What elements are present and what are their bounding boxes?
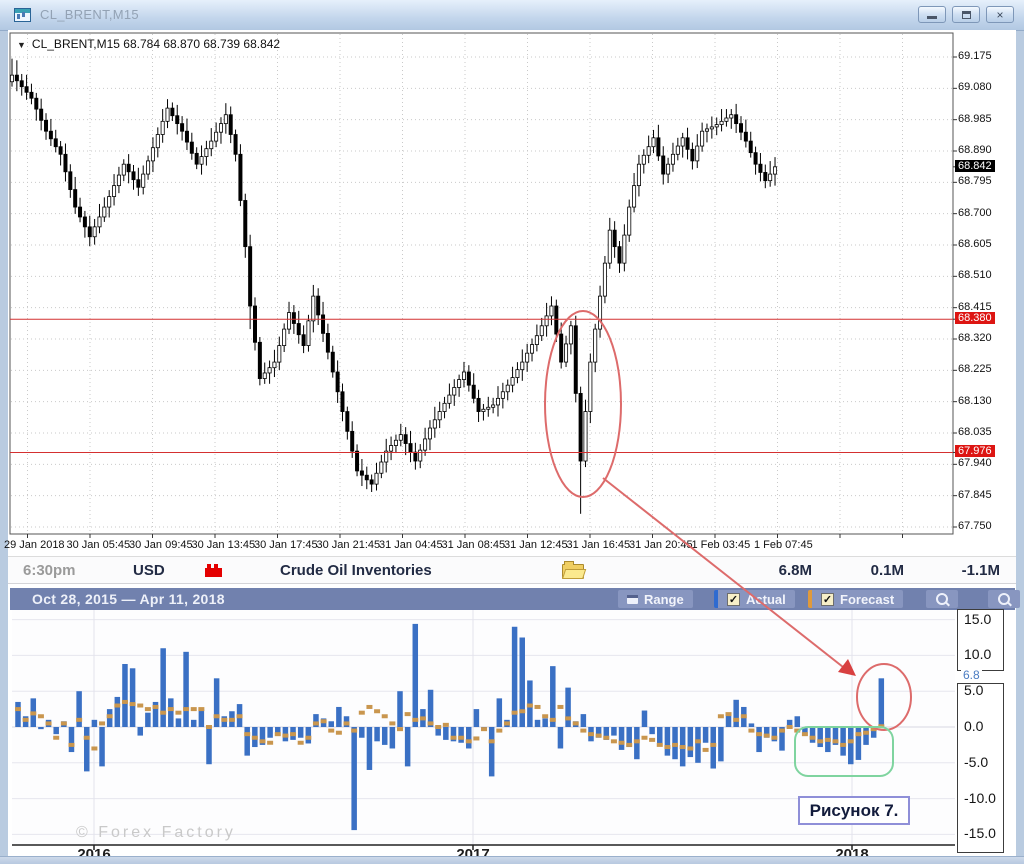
- price-tick-label: 67.845: [958, 489, 992, 501]
- time-tick-label: 31 Jan 20:45: [629, 539, 693, 551]
- price-tick-label: 68.130: [958, 395, 992, 407]
- zoom-in-button[interactable]: [926, 590, 958, 608]
- zoom-out-button[interactable]: [988, 590, 1020, 608]
- price-tick-label: 68.225: [958, 363, 992, 375]
- event-title: Crude Oil Inventories: [280, 562, 432, 579]
- level-price-tag: 67.976: [955, 445, 995, 457]
- price-tick-label: 68.795: [958, 175, 992, 187]
- price-tick-label: 67.940: [958, 457, 992, 469]
- high-impact-icon: [205, 568, 222, 577]
- price-tick-label: 68.890: [958, 144, 992, 156]
- window-title: CL_BRENT,M15: [40, 7, 139, 22]
- price-tick-label: 68.035: [958, 426, 992, 438]
- event-forecast: 0.1M: [850, 562, 904, 579]
- chart-legend: ▼ CL_BRENT,M15 68.784 68.870 68.739 68.84…: [17, 37, 280, 51]
- hover-value-label: 6.8: [961, 668, 982, 682]
- window-bottom-edge: [0, 856, 1024, 864]
- bar-axis-label: 5.0: [964, 682, 983, 698]
- actual-label: Actual: [746, 592, 786, 607]
- bar-axis-label: 15.0: [964, 611, 991, 627]
- actual-toggle[interactable]: ✓ Actual: [714, 590, 795, 608]
- time-tick-label: 30 Jan 21:45: [317, 539, 381, 551]
- event-currency: USD: [133, 562, 165, 579]
- time-tick-label: 30 Jan 05:45: [67, 539, 131, 551]
- time-tick-label: 31 Jan 16:45: [567, 539, 631, 551]
- figure-caption: Рисунок 7.: [810, 801, 899, 821]
- calendar-event-row[interactable]: 6:30pm USD Crude Oil Inventories 6.8M 0.…: [8, 556, 1016, 584]
- bar-axis-label: -5.0: [964, 754, 988, 770]
- time-axis: 29 Jan 201830 Jan 05:4530 Jan 09:4530 Ja…: [0, 539, 1024, 553]
- range-label: Range: [644, 592, 684, 607]
- time-tick-label: 31 Jan 08:45: [442, 539, 506, 551]
- magnifier-icon: [936, 593, 948, 605]
- checkbox-checked-icon[interactable]: ✓: [821, 593, 834, 606]
- magnifier-icon: [998, 593, 1010, 605]
- forecast-toggle[interactable]: ✓ Forecast: [808, 590, 903, 608]
- checkbox-checked-icon[interactable]: ✓: [727, 593, 740, 606]
- minimize-icon: [927, 16, 937, 19]
- chevron-down-icon: ▼: [17, 40, 26, 50]
- bar-axis-label: -15.0: [964, 825, 996, 841]
- current-price-tag: 68.842: [955, 160, 995, 172]
- time-tick-label: 1 Feb 07:45: [754, 539, 813, 551]
- event-actual: 6.8M: [760, 562, 812, 579]
- bar-axis-label: -10.0: [964, 790, 996, 806]
- time-tick-label: 29 Jan 2018: [4, 539, 65, 551]
- window-titlebar: CL_BRENT,M15 ×: [0, 0, 1024, 31]
- calendar-icon: [627, 595, 638, 604]
- restore-button[interactable]: [952, 6, 980, 23]
- time-tick-label: 30 Jan 09:45: [129, 539, 193, 551]
- price-tick-label: 68.700: [958, 207, 992, 219]
- close-icon: ×: [996, 9, 1003, 21]
- price-tick-label: 68.510: [958, 269, 992, 281]
- price-tick-label: 68.985: [958, 113, 992, 125]
- event-previous: -1.1M: [938, 562, 1000, 579]
- ohlc-readout: CL_BRENT,M15 68.784 68.870 68.739 68.842: [32, 37, 280, 51]
- figure-caption-box: Рисунок 7.: [798, 796, 910, 825]
- forecast-label: Forecast: [840, 592, 894, 607]
- time-tick-label: 31 Jan 04:45: [379, 539, 443, 551]
- price-tick-label: 67.750: [958, 520, 992, 532]
- price-tick-label: 68.320: [958, 332, 992, 344]
- date-range: Oct 28, 2015 — Apr 11, 2018: [32, 591, 225, 607]
- time-tick-label: 31 Jan 12:45: [504, 539, 568, 551]
- window-content: [8, 30, 1016, 856]
- price-tick-label: 68.605: [958, 238, 992, 250]
- event-time: 6:30pm: [23, 562, 76, 579]
- price-tick-label: 69.080: [958, 81, 992, 93]
- time-tick-label: 1 Feb 03:45: [692, 539, 751, 551]
- bar-axis-label: 10.0: [964, 646, 991, 662]
- open-folder-icon[interactable]: [562, 564, 584, 579]
- level-price-tag: 68.380: [955, 312, 995, 324]
- close-button[interactable]: ×: [986, 6, 1014, 23]
- ff-chart-header: Oct 28, 2015 — Apr 11, 2018 Range ✓ Actu…: [10, 588, 1015, 610]
- mt4-window: CL_BRENT,M15 × ▼ CL_BRENT,M15 68.784 68.8…: [0, 0, 1024, 864]
- forex-factory-watermark: © Forex Factory: [76, 824, 236, 842]
- bar-axis-label: 0.0: [964, 718, 983, 734]
- time-tick-label: 30 Jan 13:45: [192, 539, 256, 551]
- price-tick-label: 68.415: [958, 301, 992, 313]
- range-button[interactable]: Range: [618, 590, 693, 608]
- price-tick-label: 69.175: [958, 50, 992, 62]
- chart-window-icon: [14, 8, 31, 22]
- time-tick-label: 30 Jan 17:45: [254, 539, 318, 551]
- minimize-button[interactable]: [918, 6, 946, 23]
- restore-icon: [962, 11, 971, 19]
